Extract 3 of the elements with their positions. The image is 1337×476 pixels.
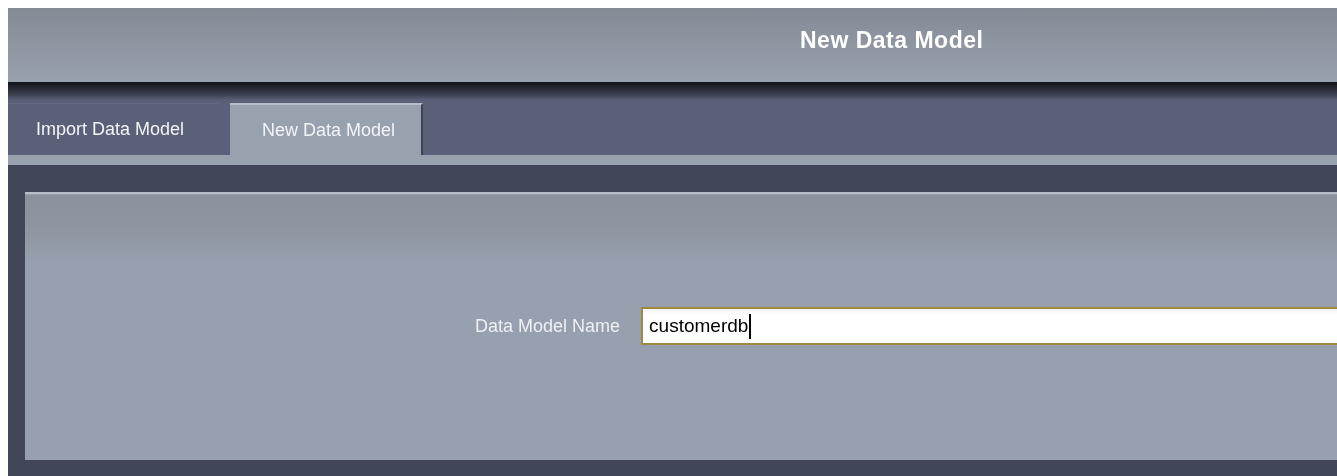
name-input-field[interactable]: customerdb xyxy=(641,307,1337,345)
window-title: New Data Model xyxy=(800,26,984,54)
field-label: Data Model Name xyxy=(475,315,621,337)
